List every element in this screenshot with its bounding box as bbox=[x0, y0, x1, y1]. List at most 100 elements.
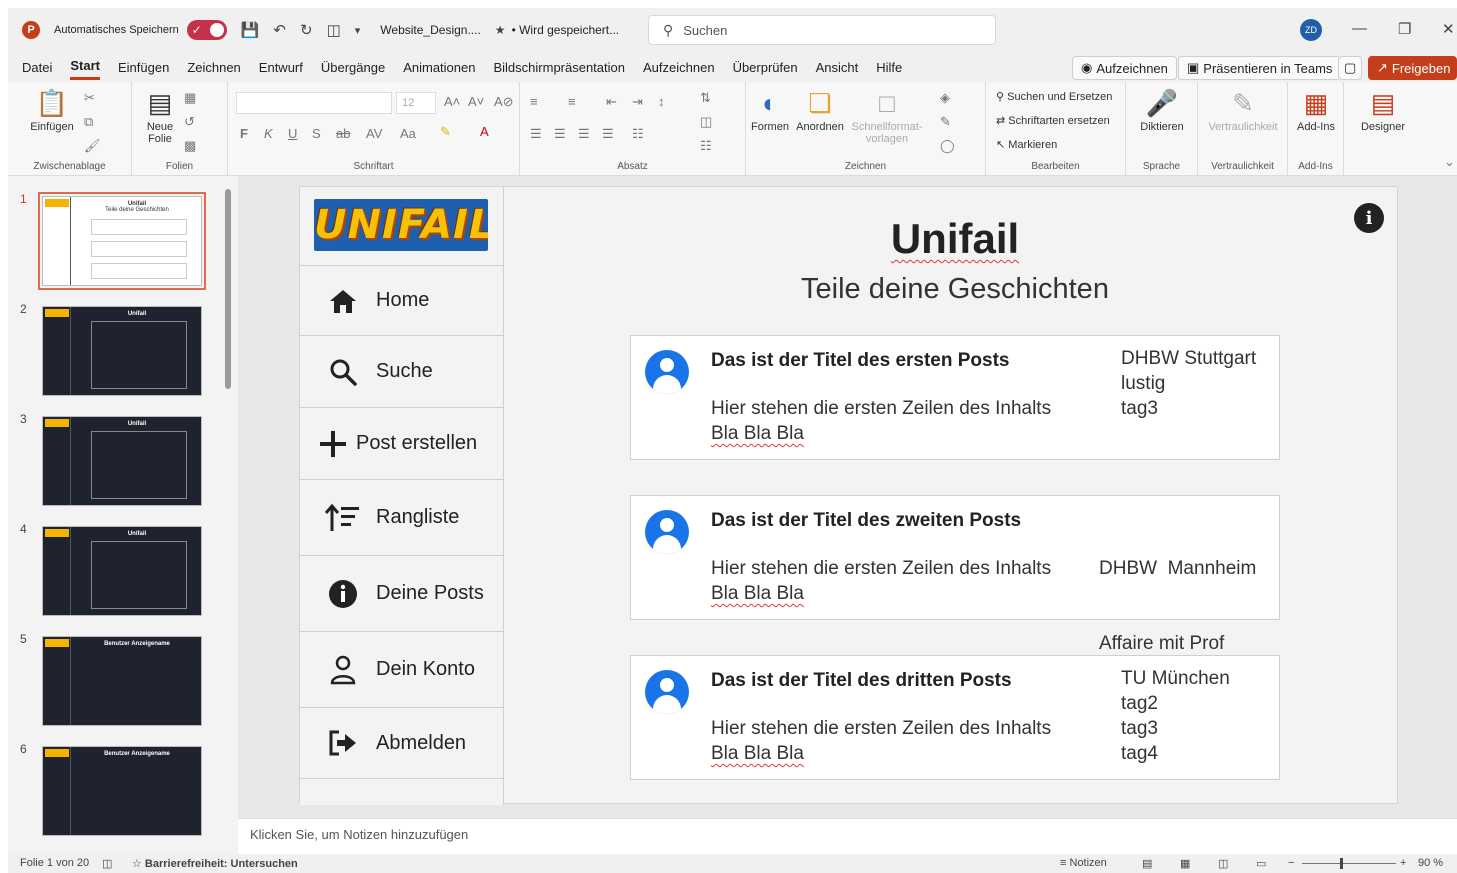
save-icon[interactable]: 💾 bbox=[241, 21, 260, 39]
zoom-in-icon[interactable]: + bbox=[1400, 857, 1406, 869]
post-card[interactable]: Das ist der Titel des ersten Posts Hier … bbox=[630, 335, 1280, 460]
record-button[interactable]: ◉ Aufzeichnen bbox=[1072, 56, 1177, 80]
increase-font-icon[interactable]: A˄ bbox=[444, 94, 460, 109]
sensitivity-button[interactable]: ✎ Vertraulichkeit bbox=[1204, 88, 1282, 133]
numbering-icon[interactable]: ≡ bbox=[568, 94, 576, 109]
tab-transitions[interactable]: Übergänge bbox=[321, 56, 385, 79]
font-size-select[interactable]: 12 bbox=[396, 92, 436, 114]
spellcheck-icon[interactable]: ◫ bbox=[102, 857, 112, 870]
notes-pane[interactable]: Klicken Sie, um Notizen hinzuzufügen bbox=[238, 818, 1457, 854]
paste-button[interactable]: 📋 Einfügen bbox=[24, 88, 80, 133]
line-spacing-icon[interactable]: ↕ bbox=[658, 94, 665, 109]
layout-icon[interactable]: ▦ bbox=[184, 90, 196, 106]
autosave-toggle[interactable]: ✓ bbox=[186, 20, 227, 40]
replace-fonts-button[interactable]: ⇄ Schriftarten ersetzen bbox=[996, 114, 1110, 127]
user-avatar[interactable]: ZD bbox=[1300, 19, 1322, 41]
slide-thumbnail-6[interactable]: Benutzer Anzeigename bbox=[42, 746, 202, 836]
align-right-icon[interactable]: ☰ bbox=[578, 126, 590, 142]
shapes-button[interactable]: ◐ Formen bbox=[748, 88, 792, 133]
zoom-level[interactable]: 90 % bbox=[1418, 857, 1443, 869]
minimize-icon[interactable]: — bbox=[1352, 20, 1367, 37]
ribbon-expand-icon[interactable]: ⌄ bbox=[1444, 154, 1455, 170]
highlight-icon[interactable]: ✎ bbox=[440, 124, 451, 140]
thumbnail-scrollbar[interactable] bbox=[225, 189, 231, 389]
tab-slideshow[interactable]: Bildschirmpräsentation bbox=[493, 56, 625, 79]
nav-logout[interactable]: Abmelden bbox=[300, 707, 504, 779]
tab-design[interactable]: Entwurf bbox=[259, 56, 303, 79]
slide-sorter-icon[interactable]: ▦ bbox=[1180, 857, 1190, 870]
zoom-slider-handle[interactable] bbox=[1340, 858, 1343, 869]
normal-view-icon[interactable]: ▤ bbox=[1142, 857, 1152, 870]
slide-canvas[interactable]: UNIFAIL Home Suche Post erstellen Rangli… bbox=[299, 186, 1398, 805]
char-spacing-icon[interactable]: AV bbox=[366, 126, 382, 141]
bold-button[interactable]: F bbox=[240, 126, 248, 141]
tab-record[interactable]: Aufzeichnen bbox=[643, 56, 715, 79]
format-painter-icon[interactable]: 🖌 bbox=[84, 138, 101, 154]
font-color-icon[interactable]: A bbox=[480, 124, 489, 139]
select-button[interactable]: ↖ Markieren bbox=[996, 138, 1057, 151]
save-status[interactable]: • Wird gespeichert... bbox=[512, 23, 620, 37]
find-replace-button[interactable]: ⚲ Suchen und Ersetzen bbox=[996, 90, 1112, 103]
quick-styles-button[interactable]: □ Schnellformat-vorlagen bbox=[848, 88, 926, 145]
nav-search[interactable]: Suche bbox=[300, 335, 504, 407]
shadow-button[interactable]: S bbox=[312, 126, 321, 141]
addins-button[interactable]: ▦ Add-Ins bbox=[1292, 88, 1340, 133]
tab-file[interactable]: Datei bbox=[22, 56, 52, 79]
increase-indent-icon[interactable]: ⇥ bbox=[632, 94, 643, 110]
accessibility-button[interactable]: ☆ Barrierefreiheit: Untersuchen bbox=[132, 857, 298, 870]
present-from-start-icon[interactable]: ◫ bbox=[327, 21, 341, 39]
slide-thumbnail-1[interactable]: Unifail Teile deine Geschichten bbox=[38, 192, 206, 290]
slide-thumbnail-5[interactable]: Benutzer Anzeigename bbox=[42, 636, 202, 726]
search-input[interactable]: ⚲ Suchen bbox=[648, 15, 996, 45]
present-teams-button[interactable]: ▣ Präsentieren in Teams bbox=[1178, 56, 1342, 80]
tab-help[interactable]: Hilfe bbox=[876, 56, 902, 79]
columns-icon[interactable]: ☷ bbox=[632, 126, 644, 142]
text-direction-icon[interactable]: ⇅ bbox=[700, 90, 711, 106]
cut-icon[interactable]: ✂ bbox=[84, 90, 95, 106]
align-left-icon[interactable]: ☰ bbox=[530, 126, 542, 142]
bullets-icon[interactable]: ≡ bbox=[530, 94, 538, 109]
reading-view-icon[interactable]: ◫ bbox=[1218, 857, 1228, 870]
tab-draw[interactable]: Zeichnen bbox=[187, 56, 240, 79]
nav-my-posts[interactable]: Deine Posts bbox=[300, 555, 504, 631]
section-icon[interactable]: ▩ bbox=[184, 138, 196, 154]
italic-button[interactable]: K bbox=[264, 126, 273, 141]
justify-icon[interactable]: ☰ bbox=[602, 126, 614, 142]
tab-animations[interactable]: Animationen bbox=[403, 56, 475, 79]
tab-view[interactable]: Ansicht bbox=[816, 56, 859, 79]
tab-review[interactable]: Überprüfen bbox=[733, 56, 798, 79]
customize-toolbar-icon[interactable]: ▾ bbox=[355, 24, 361, 37]
strikethrough-icon[interactable]: ab bbox=[336, 126, 350, 141]
nav-account[interactable]: Dein Konto bbox=[300, 631, 504, 707]
restore-icon[interactable]: ❐ bbox=[1398, 20, 1411, 38]
smartart-icon[interactable]: ☷ bbox=[700, 138, 712, 154]
arrange-button[interactable]: ❏ Anordnen bbox=[794, 88, 846, 133]
decrease-indent-icon[interactable]: ⇤ bbox=[606, 94, 617, 110]
notes-toggle-button[interactable]: ≡ Notizen bbox=[1060, 857, 1107, 869]
reset-icon[interactable]: ↺ bbox=[184, 114, 195, 130]
tab-insert[interactable]: Einfügen bbox=[118, 56, 169, 79]
zoom-slider[interactable] bbox=[1302, 863, 1396, 864]
new-slide-button[interactable]: ▤ Neue Folie bbox=[140, 88, 180, 145]
post-card[interactable]: Das ist der Titel des zweiten Posts Hier… bbox=[630, 495, 1280, 654]
dictate-button[interactable]: 🎤 Diktieren bbox=[1134, 88, 1190, 133]
clear-format-icon[interactable]: A⊘ bbox=[494, 94, 514, 110]
info-icon[interactable]: i bbox=[1354, 203, 1384, 233]
comments-button[interactable]: ▢ bbox=[1338, 56, 1363, 80]
nav-ranking[interactable]: Rangliste bbox=[300, 479, 504, 555]
decrease-font-icon[interactable]: A˅ bbox=[468, 94, 484, 109]
align-text-icon[interactable]: ◫ bbox=[700, 114, 712, 130]
shape-outline-icon[interactable]: ✎ bbox=[940, 114, 951, 130]
underline-button[interactable]: U bbox=[288, 126, 297, 141]
font-family-select[interactable] bbox=[236, 92, 392, 114]
slideshow-icon[interactable]: ▭ bbox=[1256, 857, 1266, 870]
post-card[interactable]: Das ist der Titel des dritten Posts Hier… bbox=[630, 655, 1280, 780]
copy-icon[interactable]: ⧉ bbox=[84, 114, 93, 130]
align-center-icon[interactable]: ☰ bbox=[554, 126, 566, 142]
file-name[interactable]: Website_Design.... bbox=[380, 23, 481, 37]
nav-create-post[interactable]: Post erstellen bbox=[300, 407, 504, 479]
slide-thumbnail-2[interactable]: Unifail bbox=[42, 306, 202, 396]
shape-fill-icon[interactable]: ◈ bbox=[940, 90, 950, 106]
slide-thumbnail-3[interactable]: Unifail bbox=[42, 416, 202, 506]
change-case-icon[interactable]: Aa bbox=[400, 126, 416, 141]
